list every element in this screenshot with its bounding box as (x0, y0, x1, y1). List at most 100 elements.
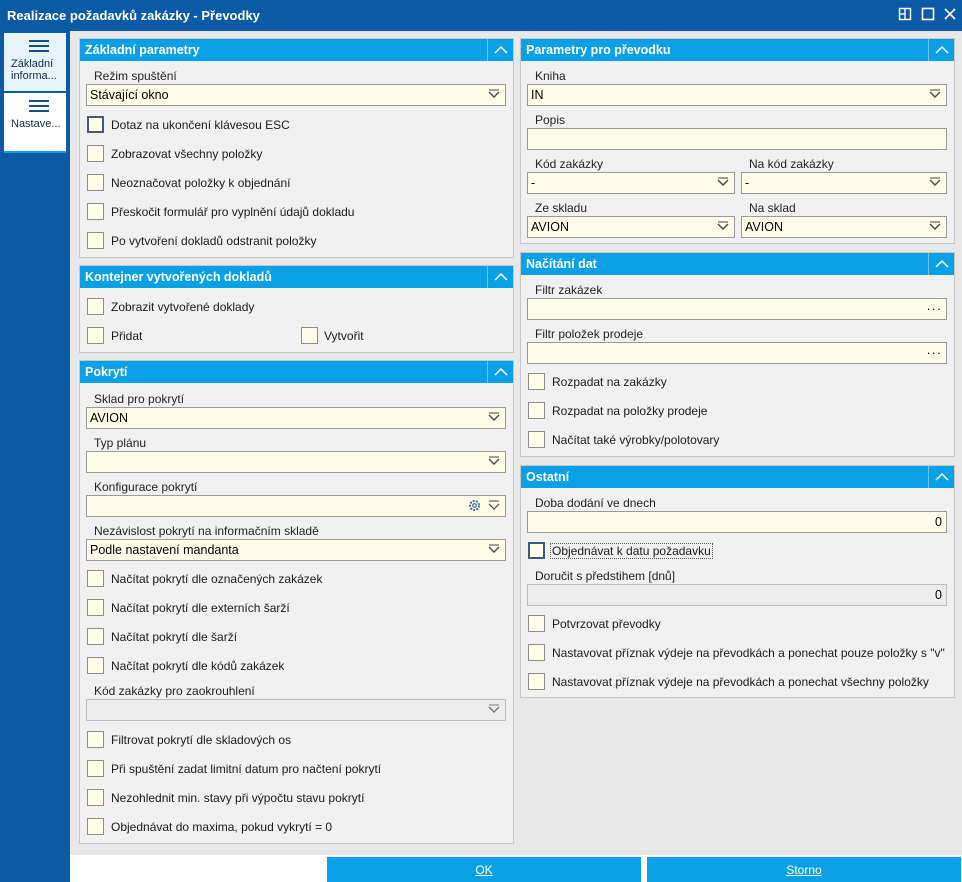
book-select[interactable]: IN (527, 84, 947, 106)
checkbox-label: Dotaz na ukončení klávesou ESC (111, 118, 290, 132)
advance-value: 0 (935, 588, 942, 602)
checkbox-label: Potvrzovat převodky (552, 617, 661, 631)
cancel-button[interactable]: Storno (647, 857, 961, 882)
checkbox-remove-items[interactable] (87, 232, 104, 249)
checkbox-batches[interactable] (87, 628, 104, 645)
title-bar: Realizace požadavků zakázky - Převodky (0, 0, 962, 31)
checkbox-label: Rozpadat na zakázky (552, 375, 667, 389)
panel-header: Základní parametry (80, 39, 513, 61)
checkbox-show-all[interactable] (87, 145, 104, 162)
checkbox-load-products[interactable] (528, 431, 545, 448)
filter-items-input[interactable]: ··· (527, 342, 947, 364)
ok-button[interactable]: OK (327, 857, 641, 882)
checkbox-skip-form[interactable] (87, 203, 104, 220)
chevron-down-icon (488, 543, 500, 558)
checkbox-label: Nastavovat příznak výdeje na převodkách … (552, 646, 945, 660)
panel-container: Kontejner vytvořených dokladů Zobrazit v… (79, 265, 514, 353)
checkbox-show-created[interactable] (87, 298, 104, 315)
checkbox-add[interactable] (87, 327, 104, 344)
chevron-down-icon (488, 703, 500, 718)
from-wh-label: Ze skladu (535, 201, 588, 215)
advance-input[interactable]: 0 (527, 584, 947, 606)
checkbox-label: Zobrazit vytvořené doklady (111, 300, 255, 314)
panel-title: Načítání dat (526, 257, 597, 271)
checkbox-issue-flag-v[interactable] (528, 644, 545, 661)
checkbox-issue-flag-all[interactable] (528, 673, 545, 690)
indep-label: Nezávislost pokrytí na informačním sklad… (94, 524, 319, 538)
checkbox-warehouse-axes[interactable] (87, 731, 104, 748)
filter-orders-label: Filtr zakázek (535, 283, 603, 297)
collapse-icon[interactable] (928, 253, 954, 275)
gear-icon[interactable] (468, 499, 481, 515)
checkbox-split-orders[interactable] (528, 373, 545, 390)
from-wh-select[interactable]: AVION (527, 216, 735, 238)
panel-data-loading: Načítání dat Filtr zakázek ··· Filtr pol… (520, 252, 955, 457)
to-wh-select[interactable]: AVION (741, 216, 947, 238)
checkbox-label: Nezohlednit min. stavy při výpočtu stavu… (111, 791, 365, 805)
filter-items-label: Filtr položek prodeje (535, 327, 644, 341)
to-order-select[interactable]: - (741, 172, 947, 194)
round-label: Kód zakázky pro zaokrouhlení (94, 684, 255, 698)
nav-item-settings[interactable]: Nastave... (4, 93, 66, 153)
checkbox-esc-confirm[interactable] (87, 116, 104, 133)
lead-value: 0 (935, 515, 942, 529)
order-select[interactable]: - (527, 172, 735, 194)
checkbox-label: Objednávat do maxima, pokud vykrytí = 0 (111, 820, 333, 834)
collapse-icon[interactable] (487, 39, 513, 61)
indep-select[interactable]: Podle nastavení mandanta (86, 539, 506, 561)
book-label: Kniha (535, 69, 566, 83)
panel-title: Pokrytí (85, 365, 128, 379)
panel-header: Ostatní (521, 466, 954, 488)
checkbox-label: Rozpadat na položky prodeje (552, 404, 708, 418)
checkbox-confirm-transfers[interactable] (528, 615, 545, 632)
plan-select[interactable] (86, 451, 506, 473)
nav-item-basic[interactable]: Základní informa... (4, 33, 66, 91)
to-wh-value: AVION (745, 220, 783, 234)
checkbox-order-codes[interactable] (87, 657, 104, 674)
mode-select[interactable]: Stávající okno (86, 84, 506, 106)
checkbox-marked-orders[interactable] (87, 570, 104, 587)
checkbox-label: Načítat pokrytí dle kódů zakázek (111, 659, 285, 673)
checkbox-order-max[interactable] (87, 818, 104, 835)
panel-coverage: Pokrytí Sklad pro pokrytí AVION Typ plán… (79, 360, 514, 844)
desc-label: Popis (535, 113, 566, 127)
nav-item-label: Nastave... (11, 118, 61, 130)
checkbox-order-date[interactable] (528, 542, 545, 559)
checkbox-ext-batches[interactable] (87, 599, 104, 616)
mode-label: Režim spuštění (94, 69, 177, 83)
checkbox-label: Načítat pokrytí dle externích šarží (111, 601, 290, 615)
dock-icon[interactable] (898, 7, 912, 21)
collapse-icon[interactable] (487, 361, 513, 383)
from-wh-value: AVION (531, 220, 569, 234)
collapse-icon[interactable] (928, 39, 954, 61)
more-icon[interactable]: ··· (927, 346, 943, 360)
maximize-icon[interactable] (921, 7, 935, 21)
panel-title: Kontejner vytvořených dokladů (85, 270, 272, 284)
config-select[interactable] (86, 495, 506, 517)
round-select[interactable] (86, 699, 506, 721)
panel-header: Parametry pro převodku (521, 39, 954, 61)
checkbox-limit-date[interactable] (87, 760, 104, 777)
checkbox-no-mark[interactable] (87, 174, 104, 191)
filter-orders-input[interactable]: ··· (527, 298, 947, 320)
checkbox-label: Načítat pokrytí dle označených zakázek (111, 572, 323, 586)
checkbox-ignore-min[interactable] (87, 789, 104, 806)
collapse-icon[interactable] (928, 466, 954, 488)
menu-icon (28, 40, 49, 52)
order-value: - (531, 176, 536, 190)
chevron-down-icon (717, 220, 729, 235)
desc-input[interactable] (527, 128, 947, 150)
left-nav: Základní informa... Nastave... (0, 31, 70, 882)
more-icon[interactable]: ··· (927, 302, 943, 316)
panel-header: Pokrytí (80, 361, 513, 383)
checkbox-create[interactable] (301, 327, 318, 344)
window-title: Realizace požadavků zakázky - Převodky (7, 8, 260, 23)
warehouse-select[interactable]: AVION (86, 407, 506, 429)
panel-transfer-params: Parametry pro převodku Kniha IN Popis Kó… (520, 38, 955, 244)
to-order-label: Na kód zakázky (749, 157, 834, 171)
collapse-icon[interactable] (487, 266, 513, 288)
panel-title: Ostatní (526, 470, 570, 484)
checkbox-split-items[interactable] (528, 402, 545, 419)
lead-input[interactable]: 0 (527, 511, 947, 533)
close-icon[interactable] (943, 7, 957, 21)
